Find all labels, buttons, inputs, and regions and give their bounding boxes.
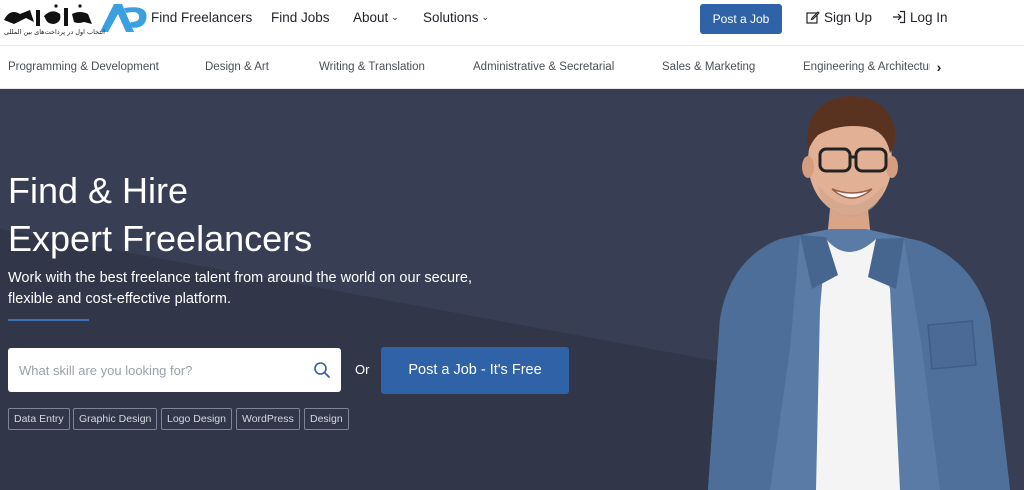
tag-logo-design[interactable]: Logo Design <box>161 408 232 430</box>
or-label: Or <box>355 362 370 377</box>
post-job-free-button[interactable]: Post a Job - It's Free <box>381 347 569 394</box>
category-administrative-secretarial[interactable]: Administrative & Secretarial <box>473 46 614 88</box>
nav-find-freelancers[interactable]: Find Freelancers <box>151 0 252 36</box>
logo-tagline: انتخاب اول در پرداخت‌های بین المللی <box>4 28 105 36</box>
nav-solutions[interactable]: Solutions ⌄ <box>423 0 489 36</box>
chevron-down-icon: ⌄ <box>391 12 399 22</box>
log-in-label: Log In <box>910 10 948 25</box>
category-overflow-clip: Engineering & Architecture <box>803 46 931 88</box>
tag-data-entry[interactable]: Data Entry <box>8 408 70 430</box>
tag-graphic-design[interactable]: Graphic Design <box>73 408 158 430</box>
sign-up-label: Sign Up <box>824 10 873 25</box>
nav-solutions-label: Solutions <box>423 10 479 25</box>
category-sales-marketing[interactable]: Sales & Marketing <box>662 46 755 88</box>
nav-about[interactable]: About ⌄ <box>353 0 399 36</box>
chevron-right-icon[interactable]: › <box>930 46 948 88</box>
hero-person-image <box>708 96 1010 490</box>
logo-mark-icon <box>4 4 147 32</box>
hero-title-line1: Find & Hire <box>8 170 189 211</box>
site-logo[interactable]: انتخاب اول در پرداخت‌های بین المللی <box>0 0 150 46</box>
category-programming-development[interactable]: Programming & Development <box>8 46 159 88</box>
edit-icon <box>806 11 820 24</box>
post-job-button[interactable]: Post a Job <box>700 4 782 34</box>
category-engineering-architecture[interactable]: Engineering & Architecture <box>803 46 931 88</box>
top-navbar: انتخاب اول در پرداخت‌های بین المللی Find… <box>0 0 1024 46</box>
nav-about-label: About <box>353 10 389 25</box>
hero-section: Find & Hire Expert Freelancers Work with… <box>0 89 1024 490</box>
hero-subtitle: Work with the best freelance talent from… <box>8 270 472 307</box>
chevron-down-icon: ⌄ <box>481 12 490 22</box>
skill-search-box <box>8 348 341 392</box>
login-icon <box>893 10 906 24</box>
hero-title-line2: Expert Freelancers <box>8 218 313 259</box>
hero-title: Find & Hire Expert Freelancers <box>8 167 312 263</box>
hero-divider <box>8 319 89 321</box>
nav-find-jobs[interactable]: Find Jobs <box>271 0 330 36</box>
log-in-link[interactable]: Log In <box>892 0 948 36</box>
sign-up-link[interactable]: Sign Up <box>806 0 872 36</box>
tag-design[interactable]: Design <box>304 408 349 430</box>
category-bar: Programming & Development Design & Art W… <box>0 46 1024 89</box>
category-design-art[interactable]: Design & Art <box>205 46 269 88</box>
tag-wordpress[interactable]: WordPress <box>236 408 300 430</box>
skill-search-input[interactable] <box>8 348 298 392</box>
category-writing-translation[interactable]: Writing & Translation <box>319 46 425 88</box>
search-icon[interactable] <box>313 361 331 379</box>
